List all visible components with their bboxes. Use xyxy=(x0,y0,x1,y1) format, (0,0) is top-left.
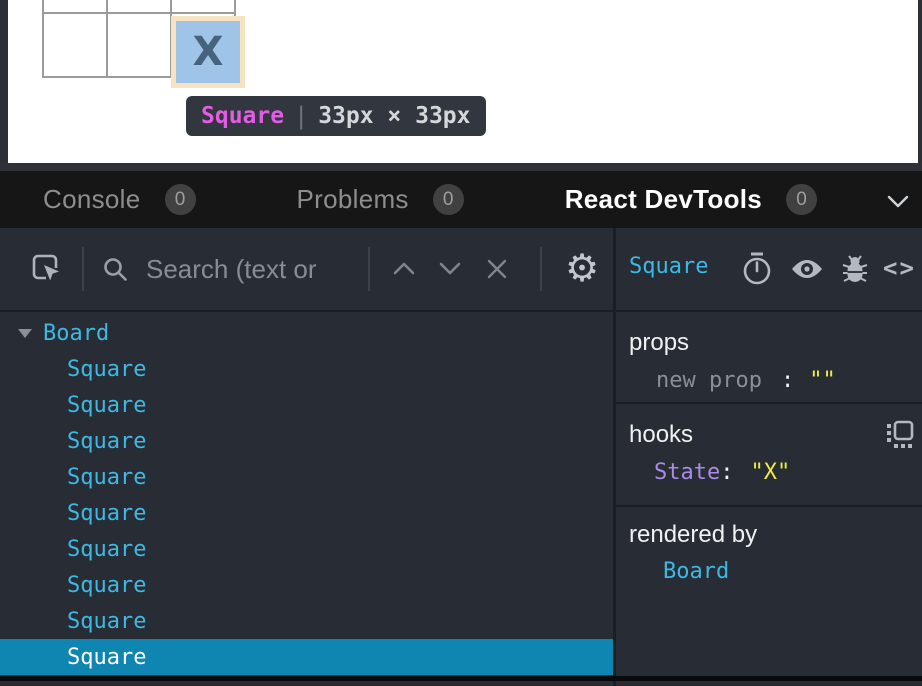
inspect-highlight-square: X xyxy=(176,21,240,83)
react-devtools-panel: ⚙ Square xyxy=(0,228,922,686)
search-next-chevron-down-icon[interactable] xyxy=(438,261,462,276)
tree-item-square[interactable]: Square xyxy=(0,387,613,423)
tree-item-label: Square xyxy=(67,393,146,418)
chevron-down-icon[interactable] xyxy=(18,329,32,338)
selected-component-name: Square xyxy=(629,254,708,279)
tree-item-square[interactable]: Square xyxy=(0,531,613,567)
tree-item-label: Square xyxy=(67,465,146,490)
parse-hook-names-icon[interactable] xyxy=(886,420,914,448)
tab-badge: 0 xyxy=(433,184,464,215)
inspect-tooltip: Square | 33px × 33px xyxy=(186,96,486,136)
tooltip-divider: | xyxy=(297,102,305,130)
tab-label: React DevTools xyxy=(565,184,762,215)
tree-item-square[interactable]: Square xyxy=(0,459,613,495)
tab-badge: 0 xyxy=(786,184,817,215)
tree-item-label: Square xyxy=(67,501,146,526)
tab-label: Console xyxy=(43,184,141,215)
suspend-stopwatch-icon[interactable] xyxy=(741,251,773,287)
devtools-top-border xyxy=(0,163,922,171)
collapse-chevron-down-icon[interactable] xyxy=(886,195,910,208)
new-prop-name-field[interactable]: new prop xyxy=(656,368,762,393)
tree-item-label: Square xyxy=(67,429,146,454)
devtools-tabbar: Console 0 Problems 0 React DevTools 0 xyxy=(0,171,922,228)
tab-badge: 0 xyxy=(165,184,196,215)
tree-item-board[interactable]: Board xyxy=(0,315,613,351)
hooks-section: hooks State: "X" xyxy=(616,404,922,505)
search-prev-chevron-up-icon[interactable] xyxy=(392,261,416,276)
hook-row: State: "X" xyxy=(629,460,922,485)
hook-state-value-field[interactable]: "X" xyxy=(750,460,790,485)
devtools-window: X Square | 33px × 33px Console 0 Problem… xyxy=(0,0,922,686)
tab-problems[interactable]: Problems 0 xyxy=(297,184,464,215)
prop-row: new prop: "" xyxy=(629,368,922,393)
view-source-code-icon[interactable]: <> xyxy=(883,254,916,282)
tree-item-label: Square xyxy=(67,645,146,670)
tree-item-square[interactable]: Square xyxy=(0,423,613,459)
search-clear-close-icon[interactable] xyxy=(486,258,508,280)
toolbar-divider xyxy=(82,247,84,291)
board-square[interactable] xyxy=(44,14,108,78)
hooks-section-title: hooks xyxy=(629,421,922,449)
tree-item-label: Square xyxy=(67,537,146,562)
hook-colon: : xyxy=(720,460,733,485)
tab-label: Problems xyxy=(297,184,409,215)
bottom-divider-strip xyxy=(0,676,922,681)
component-details-panel: props new prop: "" hooks xyxy=(616,312,922,681)
tab-console[interactable]: Console 0 xyxy=(43,184,196,215)
board-square[interactable] xyxy=(108,14,172,78)
inspect-element-icon[interactable] xyxy=(30,252,63,285)
tooltip-component-name: Square xyxy=(201,103,284,129)
props-section-title: props xyxy=(629,329,922,357)
tree-item-label: Square xyxy=(67,609,146,634)
tree-item-label: Square xyxy=(67,573,146,598)
tooltip-dimensions: 33px × 33px xyxy=(318,103,470,129)
toolbar-divider xyxy=(368,247,370,291)
tree-item-square[interactable]: Square xyxy=(0,351,613,387)
props-section: props new prop: "" xyxy=(616,312,922,402)
prop-colon: : xyxy=(781,368,794,393)
search-input[interactable] xyxy=(146,249,361,289)
inspect-dom-eye-icon[interactable] xyxy=(790,258,824,280)
board-square[interactable] xyxy=(108,0,172,14)
tree-item-label: Board xyxy=(43,321,109,346)
window-left-edge xyxy=(0,0,8,163)
board-square[interactable] xyxy=(44,0,108,14)
rendered-by-board-link[interactable]: Board xyxy=(629,559,922,584)
tree-item-label: Square xyxy=(67,357,146,382)
tree-item-square[interactable]: Square xyxy=(0,495,613,531)
rendered-by-section: rendered by Board xyxy=(616,507,922,584)
tab-react-devtools[interactable]: React DevTools 0 xyxy=(565,184,817,215)
search-icon xyxy=(101,255,129,283)
board-square[interactable] xyxy=(172,0,236,14)
component-tree: Board Square Square Square Square Square… xyxy=(0,312,613,675)
tree-item-square-selected[interactable]: Square xyxy=(0,639,613,675)
hook-state-name: State xyxy=(654,460,720,485)
settings-gear-icon[interactable]: ⚙ xyxy=(565,249,599,287)
window-right-edge xyxy=(918,0,922,163)
tree-item-square[interactable]: Square xyxy=(0,567,613,603)
inspected-page: X Square | 33px × 33px xyxy=(0,0,922,163)
tree-item-square[interactable]: Square xyxy=(0,603,613,639)
toolbar-divider xyxy=(540,247,542,291)
new-prop-value-field[interactable]: "" xyxy=(809,368,836,393)
debug-bug-icon[interactable] xyxy=(841,253,869,285)
rendered-by-section-title: rendered by xyxy=(629,521,922,549)
